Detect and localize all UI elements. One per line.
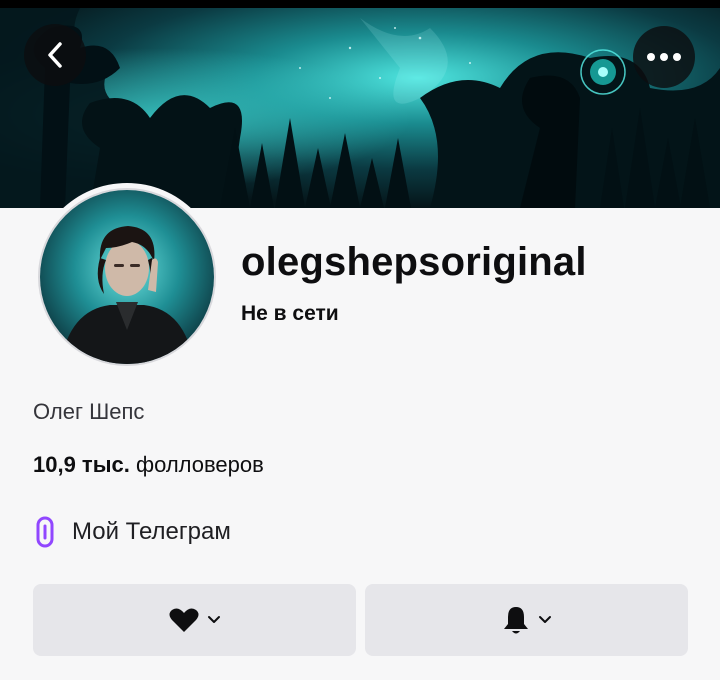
- bell-icon: [503, 607, 528, 634]
- chevron-down-icon: [538, 616, 551, 623]
- chevron-left-icon: [48, 42, 62, 68]
- more-dots-icon: [647, 53, 681, 61]
- followers-label: фолловеров: [135, 452, 264, 477]
- avatar-image: [38, 188, 216, 366]
- online-status: Не в сети: [241, 302, 339, 325]
- followers-number: 10,9 тыс.: [33, 452, 130, 477]
- heart-icon: [169, 608, 198, 632]
- social-link-telegram[interactable]: Мой Телеграм: [36, 516, 231, 548]
- followers-count: 10,9 тыс. фолловеров: [33, 452, 264, 478]
- banner-forest-image: [0, 8, 720, 208]
- notifications-button[interactable]: [365, 584, 688, 656]
- avatar[interactable]: [33, 183, 221, 371]
- link-icon: [36, 516, 54, 548]
- profile-banner: [0, 8, 720, 208]
- chevron-down-icon: [207, 616, 220, 623]
- back-button[interactable]: [24, 24, 86, 86]
- follow-button[interactable]: [33, 584, 356, 656]
- more-options-button[interactable]: [633, 26, 695, 88]
- social-link-label: Мой Телеграм: [72, 518, 231, 545]
- channel-username: olegshepsoriginal: [241, 240, 587, 284]
- display-name: Олег Шепс: [33, 399, 145, 424]
- top-edge: [0, 0, 720, 8]
